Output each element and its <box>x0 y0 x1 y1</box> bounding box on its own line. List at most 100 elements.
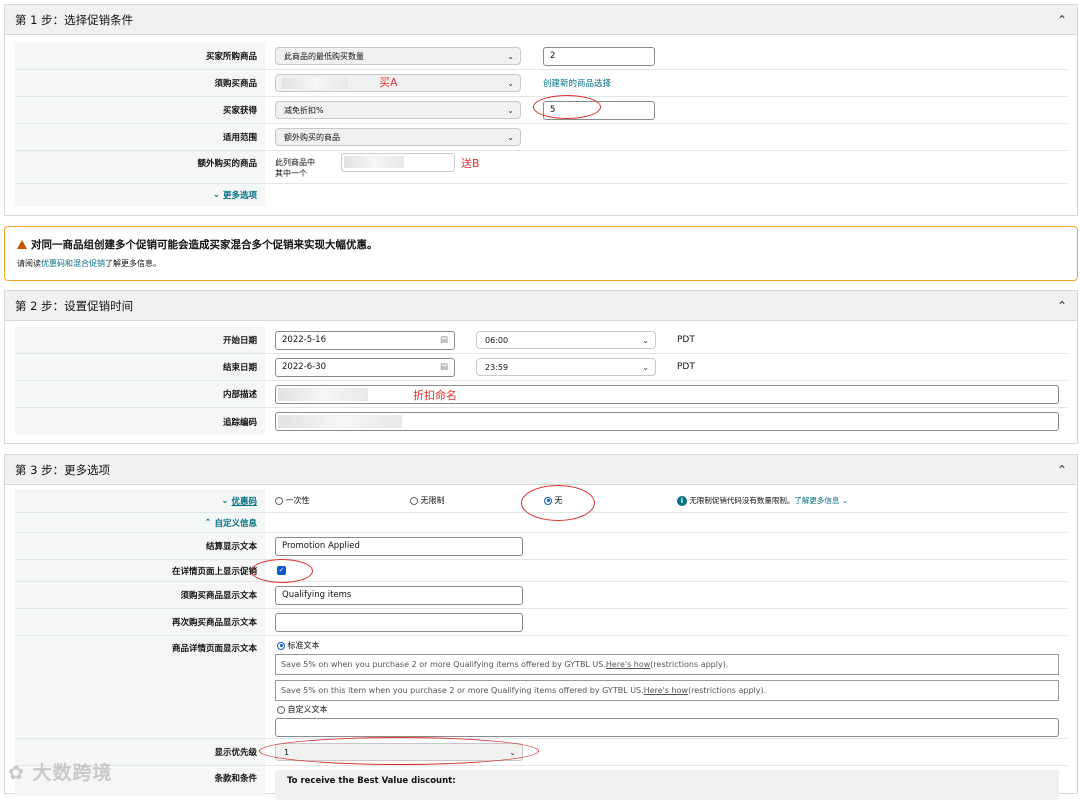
start-date-input[interactable]: 2022-5-16 ▤ <box>275 330 455 350</box>
row-buyer-buys: 买家所购商品 此商品的最低购买数量 ⌄ 2 <box>15 43 1067 70</box>
warning-icon <box>17 240 27 249</box>
start-time-select[interactable]: 06:00 ⌄ <box>476 331 656 349</box>
coupon-info-text: 无限制促销代码没有数量限制。 <box>689 496 795 505</box>
note-gift-b: 送B <box>461 157 480 170</box>
create-selection-link[interactable]: 创建新的商品选择 <box>543 77 611 89</box>
row-detail: 商品详情页面显示文本 标准文本 Save 5% on when you purc… <box>15 636 1067 739</box>
chevron-down-icon: ⌄ <box>507 132 514 142</box>
step3-header[interactable]: 第 3 步：更多选项 ⌃ <box>5 455 1077 485</box>
step2-panel: 第 2 步：设置促销时间 ⌃ 开始日期 2022-5-16 ▤ 06:00 ⌄ PD… <box>4 290 1078 444</box>
end-time-select[interactable]: 23:59 ⌄ <box>476 358 656 376</box>
coupon-info-link[interactable]: 了解更多信息 <box>794 496 839 505</box>
buyer-buys-label: 买家所购商品 <box>15 43 265 69</box>
radio-icon <box>277 705 285 714</box>
custom-text-option[interactable]: 自定义文本 <box>277 704 328 715</box>
redacted-block <box>278 387 368 401</box>
extra-text-1: 此列商品中 <box>275 158 315 167</box>
terms-box: To receive the Best Value discount: <box>275 770 1059 800</box>
calendar-icon[interactable]: ▤ <box>440 335 448 345</box>
repeat-text-input[interactable] <box>275 612 523 632</box>
checkout-text-input[interactable]: Promotion Applied <box>275 536 523 556</box>
row-custom: ⌃ 自定义信息 <box>15 513 1067 533</box>
row-checkout: 结算显示文本 Promotion Applied <box>15 533 1067 560</box>
row-end: 结束日期 2022-6-30 ▤ 23:59 ⌄ PDT <box>15 354 1067 381</box>
coupon-label: 优惠码 <box>231 496 257 507</box>
buyer-gets-select-value: 减免折扣% <box>284 105 324 115</box>
chevron-down-icon: ⌄ <box>507 78 514 88</box>
custom-text-input[interactable] <box>275 718 1059 737</box>
warning-banner: 对同一商品组创建多个促销可能会造成买家混合多个促销来实现大幅优惠。 请阅读优惠码… <box>4 226 1078 281</box>
buyer-gets-label: 买家获得 <box>15 97 265 123</box>
detail-label: 商品详情页面显示文本 <box>15 636 265 738</box>
chevron-up-icon[interactable]: ⌃ <box>1057 299 1067 313</box>
warning-post: 了解更多信息。 <box>105 259 161 268</box>
row-extra: 额外购买的商品 此列商品中 其中一个 送B <box>15 151 1067 184</box>
custom-info-label: 自定义信息 <box>214 518 257 529</box>
watermark: ✿ 大数跨境 <box>8 758 113 785</box>
applies-select[interactable]: 额外购买的商品 ⌄ <box>275 128 521 146</box>
row-start: 开始日期 2022-5-16 ▤ 06:00 ⌄ PDT <box>15 327 1067 354</box>
calendar-icon[interactable]: ▤ <box>440 362 448 372</box>
note-discount-name: 折扣命名 <box>413 389 457 402</box>
start-label: 开始日期 <box>15 327 265 353</box>
step2-title: 第 2 步：设置促销时间 <box>15 298 134 313</box>
standard-text-label: 标准文本 <box>287 641 320 650</box>
coupon-option-once-label: 一次性 <box>285 496 310 505</box>
redacted-block <box>282 78 348 89</box>
row-more-options: ⌄ 更多选项 <box>15 184 1067 206</box>
end-date-value: 2022-6-30 <box>282 362 326 372</box>
tracking-code-input[interactable] <box>275 412 1059 431</box>
warning-pre: 请阅读 <box>17 259 41 268</box>
repeat-label: 再次购买商品显示文本 <box>15 609 265 635</box>
warning-link[interactable]: 优惠码和混合促销 <box>41 259 105 268</box>
internal-description-input[interactable] <box>275 384 1059 404</box>
end-label: 结束日期 <box>15 354 265 380</box>
watermark-text: 大数跨境 <box>32 762 113 784</box>
warning-title: 对同一商品组创建多个促销可能会造成买家混合多个促销来实现大幅优惠。 <box>31 239 378 251</box>
chevron-down-icon: ⌄ <box>212 190 223 200</box>
coupon-option-unlimited[interactable]: 无限制 <box>410 495 445 506</box>
qualifying-label: 须购买商品显示文本 <box>15 582 265 608</box>
row-desc: 内部描述 折扣命名 <box>15 381 1067 408</box>
coupon-toggle[interactable]: ⌄ 优惠码 <box>15 489 265 512</box>
applies-select-value: 额外购买的商品 <box>284 132 340 142</box>
buyer-buys-quantity-input[interactable]: 2 <box>543 46 655 66</box>
line1-link[interactable]: Here's how <box>606 660 650 669</box>
step1-header[interactable]: 第 1 步：选择促销条件 ⌃ <box>5 5 1077 35</box>
detail-text-line-2: Save 5% on this item when you purchase 2… <box>275 680 1059 701</box>
buyer-buys-select[interactable]: 此商品的最低购买数量 ⌄ <box>275 47 521 65</box>
extra-text-2: 其中一个 <box>275 169 307 178</box>
chevron-down-icon: ⌄ <box>642 362 649 372</box>
more-options-link[interactable]: ⌄ 更多选项 <box>15 184 265 206</box>
standard-text-option[interactable]: 标准文本 <box>277 640 320 651</box>
row-applies: 适用范围 额外购买的商品 ⌄ <box>15 124 1067 151</box>
chevron-up-icon[interactable]: ⌃ <box>1057 13 1067 27</box>
extra-product-input[interactable] <box>341 153 455 172</box>
buyer-buys-select-value: 此商品的最低购买数量 <box>284 51 364 61</box>
checkout-label: 结算显示文本 <box>15 533 265 559</box>
applies-label: 适用范围 <box>15 124 265 150</box>
line2-link[interactable]: Here's how <box>644 686 688 695</box>
custom-info-toggle[interactable]: ⌃ 自定义信息 <box>15 513 265 532</box>
coupon-option-once[interactable]: 一次性 <box>275 495 310 506</box>
row-buyer-gets: 买家获得 减免折扣% ⌄ 5 <box>15 95 1067 124</box>
required-select[interactable]: ⌄ <box>275 74 521 92</box>
start-time-value: 06:00 <box>485 335 509 345</box>
step2-header[interactable]: 第 2 步：设置促销时间 ⌃ <box>5 291 1077 321</box>
coupon-option-unlimited-label: 无限制 <box>420 496 445 505</box>
buyer-gets-select[interactable]: 减免折扣% ⌄ <box>275 101 521 119</box>
row-required: 须购买商品 ⌄ 买A 创建新的商品选择 <box>15 70 1067 97</box>
redacted-block <box>344 156 404 168</box>
end-time-value: 23:59 <box>485 362 509 372</box>
end-date-input[interactable]: 2022-6-30 ▤ <box>275 357 455 377</box>
tracking-label: 追踪编码 <box>15 408 265 435</box>
step1-title: 第 1 步：选择促销条件 <box>15 12 134 27</box>
terms-heading: To receive the Best Value discount: <box>287 776 456 786</box>
step3-title: 第 3 步：更多选项 <box>15 462 111 477</box>
chevron-up-icon[interactable]: ⌃ <box>1057 463 1067 477</box>
qualifying-text-input[interactable]: Qualifying items <box>275 585 523 605</box>
annotation-oval <box>259 737 539 765</box>
row-show-detail: 在详情页面上显示促销 ✓ <box>15 559 1067 583</box>
chevron-down-icon: ⌄ <box>507 51 514 61</box>
annotation-oval <box>251 559 313 583</box>
